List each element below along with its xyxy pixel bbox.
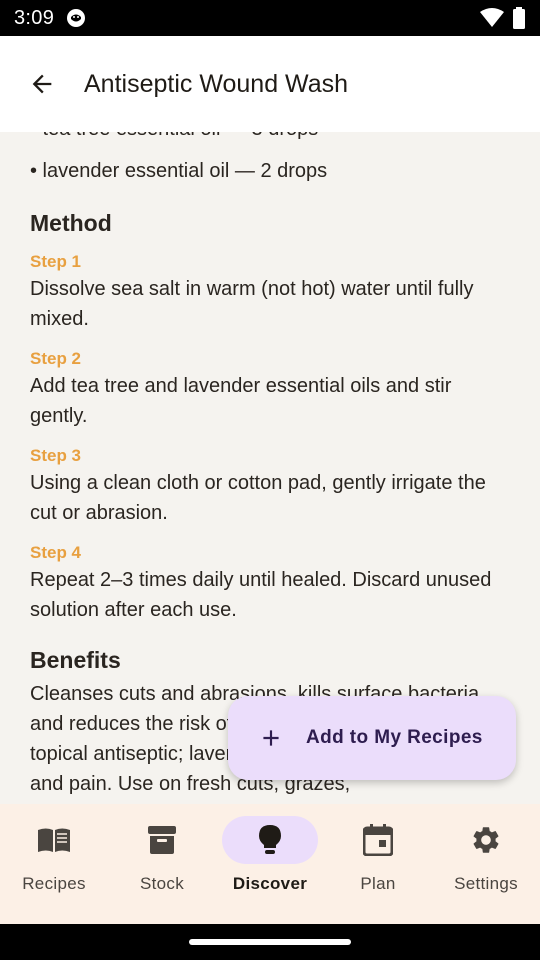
arrow-back-icon <box>32 74 52 94</box>
step-label: Step 2 <box>30 349 82 368</box>
step-label: Step 3 <box>30 446 82 465</box>
nav-label: Recipes <box>22 874 86 893</box>
nav-item-plan[interactable]: Plan <box>324 804 432 924</box>
nav-label: Plan <box>360 874 396 893</box>
nav-label: Stock <box>139 874 185 893</box>
book-icon <box>38 828 70 852</box>
step-label: Step 1 <box>30 252 82 271</box>
nav-item-discover[interactable]: Discover <box>216 804 324 924</box>
nav-label: Settings <box>454 874 518 893</box>
nav-icon-container <box>222 816 318 864</box>
nav-icon-container <box>438 816 534 864</box>
top-app-bar: Antiseptic Wound Wash <box>0 36 540 132</box>
nav-label: Discover <box>232 874 308 893</box>
method-step: Step 4 Repeat 2–3 times daily until heal… <box>30 543 510 625</box>
add-to-my-recipes-button[interactable]: Add to My Recipes <box>228 696 516 780</box>
method-step: Step 3 Using a clean cloth or cotton pad… <box>30 446 510 528</box>
fab-label: Add to My Recipes <box>306 727 483 748</box>
page-title: Antiseptic Wound Wash <box>84 69 349 98</box>
nav-item-settings[interactable]: Settings <box>432 804 540 924</box>
wifi-icon <box>480 8 504 27</box>
method-step: Step 2 Add tea tree and lavender essenti… <box>30 349 510 431</box>
gesture-handle[interactable] <box>189 939 351 945</box>
calendar-icon <box>363 824 393 856</box>
step-text: Repeat 2–3 times daily until healed. Dis… <box>30 569 492 621</box>
bottom-navigation: Recipes Stock Discover Plan Settings <box>0 804 540 924</box>
ingredient-item: • lavender essential oil — 2 drops <box>30 160 328 182</box>
gear-icon <box>473 827 499 853</box>
nav-icon-container <box>6 816 102 864</box>
ingredient-item: • tea tree essential oil — 3 drops <box>30 132 510 144</box>
step-label: Step 4 <box>30 543 82 562</box>
app-notification-icon <box>67 9 86 27</box>
lightbulb-icon <box>259 825 281 854</box>
method-heading: Method <box>30 210 112 236</box>
step-text: Add tea tree and lavender essential oils… <box>30 375 452 427</box>
nav-item-recipes[interactable]: Recipes <box>0 804 108 924</box>
nav-icon-container <box>330 816 426 864</box>
method-step: Step 1 Dissolve sea salt in warm (not ho… <box>30 252 510 334</box>
back-button[interactable] <box>12 54 72 114</box>
status-bar: 3:09 <box>0 0 540 36</box>
nav-item-stock[interactable]: Stock <box>108 804 216 924</box>
step-text: Dissolve sea salt in warm (not hot) wate… <box>30 278 474 330</box>
system-gesture-bar <box>0 924 540 960</box>
step-text: Using a clean cloth or cotton pad, gentl… <box>30 472 486 524</box>
battery-icon <box>513 7 525 29</box>
plus-icon <box>263 730 279 746</box>
status-time: 3:09 <box>14 6 55 29</box>
benefits-heading: Benefits <box>30 647 121 673</box>
archive-icon <box>148 826 176 854</box>
nav-icon-container <box>114 816 210 864</box>
